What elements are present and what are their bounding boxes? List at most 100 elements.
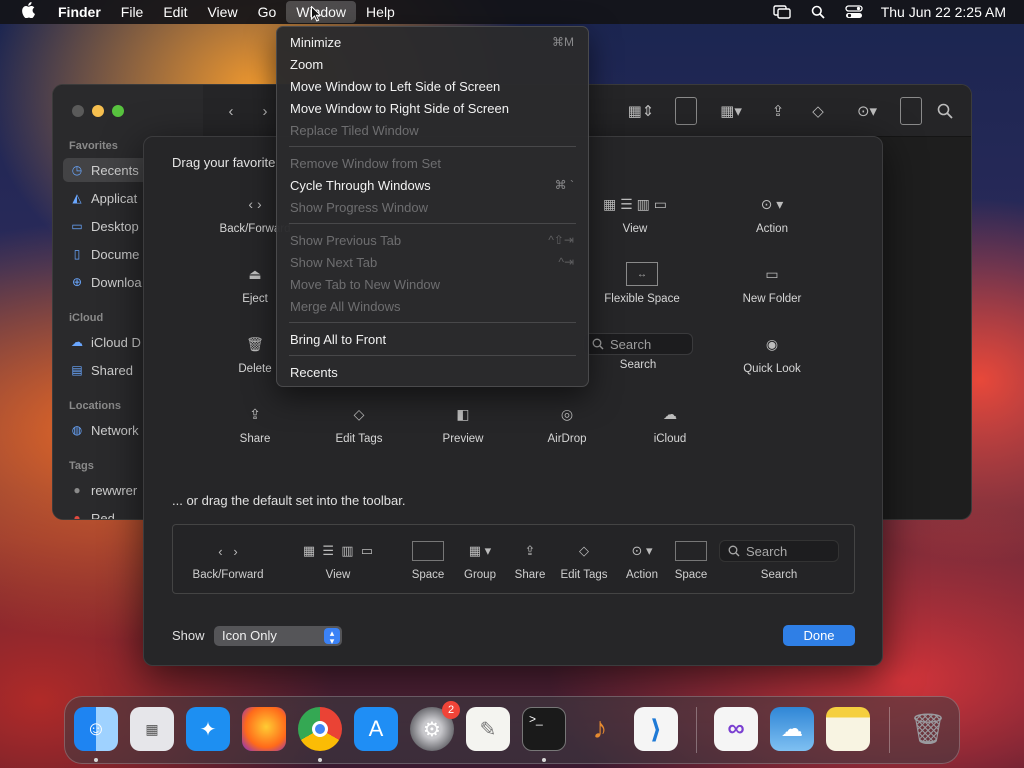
- sidebar-item-label: Docume: [91, 246, 140, 262]
- menu-item-shortcut: ^⇥: [558, 255, 574, 269]
- applications-icon: ◭: [72, 191, 82, 205]
- default-item-label: Space: [411, 569, 445, 581]
- search-icon: [592, 338, 604, 350]
- palette-share[interactable]: ⇪ Share: [200, 399, 310, 455]
- menu-item-label: Recents: [290, 364, 338, 380]
- sidebar-item-label: Red: [91, 510, 115, 520]
- menu-item-shortcut: ^⇧⇥: [548, 233, 574, 247]
- default-toolbar-set[interactable]: ‹ › Back/Forward ▦ ☰ ▥ ▭ View Space ▦ ▾ …: [172, 524, 855, 594]
- menu-item-move-right[interactable]: Move Window to Right Side of Screen: [277, 97, 588, 119]
- sidebar-item-label: Downloa: [91, 274, 142, 290]
- default-item-space: Space: [673, 539, 709, 581]
- menu-item-bring-all-front[interactable]: Bring All to Front: [277, 328, 588, 350]
- menu-clock[interactable]: Thu Jun 22 2:25 AM: [881, 4, 1006, 20]
- default-item-edit-tags: ◇ Edit Tags: [557, 539, 611, 581]
- default-item-label: Group: [464, 569, 496, 581]
- share-icon: ⇪: [524, 543, 536, 558]
- chrome-icon[interactable]: [298, 707, 342, 751]
- minimize-button[interactable]: [92, 105, 104, 117]
- menu-window[interactable]: Window: [286, 1, 357, 23]
- default-item-label: Search: [760, 569, 798, 581]
- sidebar-item-label: rewwrer: [91, 482, 138, 498]
- search-icon[interactable]: [935, 99, 955, 123]
- control-center-icon[interactable]: [845, 5, 863, 19]
- apple-icon[interactable]: [18, 1, 38, 23]
- group-icon[interactable]: ▦▾: [711, 99, 751, 123]
- notes-icon[interactable]: [826, 707, 870, 751]
- toolbar-space: [675, 97, 697, 125]
- palette-airdrop[interactable]: ◎ AirDrop: [512, 399, 622, 455]
- zoom-button[interactable]: [112, 105, 124, 117]
- trash-icon[interactable]: 🗑: [906, 707, 950, 751]
- status-area: Thu Jun 22 2:25 AM: [772, 4, 1006, 20]
- launchpad-icon[interactable]: ▦: [130, 707, 174, 751]
- menu-edit[interactable]: Edit: [153, 1, 197, 23]
- palette-edit-tags[interactable]: ◇ Edit Tags: [304, 399, 414, 455]
- tag-icon[interactable]: ◇: [807, 99, 829, 123]
- palette-label: Share: [239, 433, 271, 445]
- search-icon[interactable]: [809, 5, 827, 19]
- palette-quick-look[interactable]: ◉ Quick Look: [717, 329, 827, 385]
- menu-item-previous-tab: Show Previous Tab ^⇧⇥: [277, 229, 588, 251]
- textedit-icon[interactable]: ✎: [466, 707, 510, 751]
- app-store-icon[interactable]: A: [354, 707, 398, 751]
- show-mode-select[interactable]: Icon Only ▴ ▾: [214, 626, 342, 646]
- menu-item-label: Remove Window from Set: [290, 155, 441, 171]
- menu-bar: Finder File Edit View Go Window Help Thu…: [0, 0, 1024, 24]
- default-item-view: ▦ ☰ ▥ ▭ View: [281, 539, 395, 581]
- close-button[interactable]: [72, 105, 84, 117]
- menu-help[interactable]: Help: [356, 1, 405, 23]
- safari-icon[interactable]: ✦: [186, 707, 230, 751]
- menu-view[interactable]: View: [197, 1, 247, 23]
- menu-item-label: Replace Tiled Window: [290, 122, 419, 138]
- view-grid-icon[interactable]: ▦⇕: [623, 99, 659, 123]
- garageband-icon[interactable]: ♪: [578, 707, 622, 751]
- search-field-preview: Search: [719, 540, 839, 562]
- menu-go[interactable]: Go: [248, 1, 287, 23]
- menu-separator: [289, 355, 576, 356]
- menu-file[interactable]: File: [111, 1, 154, 23]
- palette-view[interactable]: ▦ ☰ ▥ ▭ View: [580, 189, 690, 245]
- visual-studio-icon[interactable]: ∞: [714, 707, 758, 751]
- finder-icon[interactable]: ☺: [74, 707, 118, 751]
- palette-action[interactable]: ⊙ ▾ Action: [717, 189, 827, 245]
- vscode-icon[interactable]: ⟩: [634, 707, 678, 751]
- terminal-icon[interactable]: >_: [522, 707, 566, 751]
- palette-flexible-space[interactable]: ↔ Flexible Space: [587, 259, 697, 315]
- menu-item-move-tab: Move Tab to New Window: [277, 273, 588, 295]
- action-icon[interactable]: ⊙▾: [848, 99, 886, 123]
- menu-app-name[interactable]: Finder: [54, 1, 111, 23]
- default-item-label: Edit Tags: [560, 569, 608, 581]
- back-icon[interactable]: ‹: [223, 99, 239, 123]
- firefox-icon[interactable]: [242, 707, 286, 751]
- menu-item-remove-from-set: Remove Window from Set: [277, 152, 588, 174]
- system-settings-icon[interactable]: ⚙ 2: [410, 701, 460, 751]
- screen-mirroring-icon[interactable]: [772, 5, 791, 19]
- default-set-label: ... or drag the default set into the too…: [172, 493, 406, 508]
- palette-icloud[interactable]: ☁ iCloud: [615, 399, 725, 455]
- icloud-icon: ☁: [663, 405, 677, 422]
- menu-item-minimize[interactable]: Minimize ⌘M: [277, 31, 588, 53]
- forward-icon[interactable]: ›: [257, 99, 273, 123]
- weather-icon[interactable]: ☁: [770, 707, 814, 751]
- download-icon: ⊕: [71, 275, 83, 289]
- view-modes-icon: ▦ ☰ ▥ ▭: [302, 543, 374, 558]
- palette-search[interactable]: Search Search: [583, 329, 693, 385]
- sidebar-section-tags: Tags: [69, 460, 94, 472]
- menu-item-next-tab: Show Next Tab ^⇥: [277, 251, 588, 273]
- palette-preview[interactable]: ◧ Preview: [408, 399, 518, 455]
- menu-item-cycle-windows[interactable]: Cycle Through Windows ⌘ `: [277, 174, 588, 196]
- menu-item-recents[interactable]: Recents: [277, 361, 588, 383]
- share-icon[interactable]: ⇪: [769, 99, 787, 123]
- menu-item-move-left[interactable]: Move Window to Left Side of Screen: [277, 75, 588, 97]
- palette-label: Search: [619, 359, 657, 371]
- palette-new-folder[interactable]: ▭ New Folder: [717, 259, 827, 315]
- menu-item-merge-windows: Merge All Windows: [277, 295, 588, 317]
- menu-item-zoom[interactable]: Zoom: [277, 53, 588, 75]
- tag-icon: ◇: [579, 543, 589, 558]
- sidebar-item-label: Shared: [91, 362, 133, 378]
- done-button[interactable]: Done: [783, 625, 855, 646]
- running-indicator: [318, 758, 322, 762]
- menu-item-label: Show Next Tab: [290, 254, 378, 270]
- airdrop-icon: ◎: [560, 405, 574, 422]
